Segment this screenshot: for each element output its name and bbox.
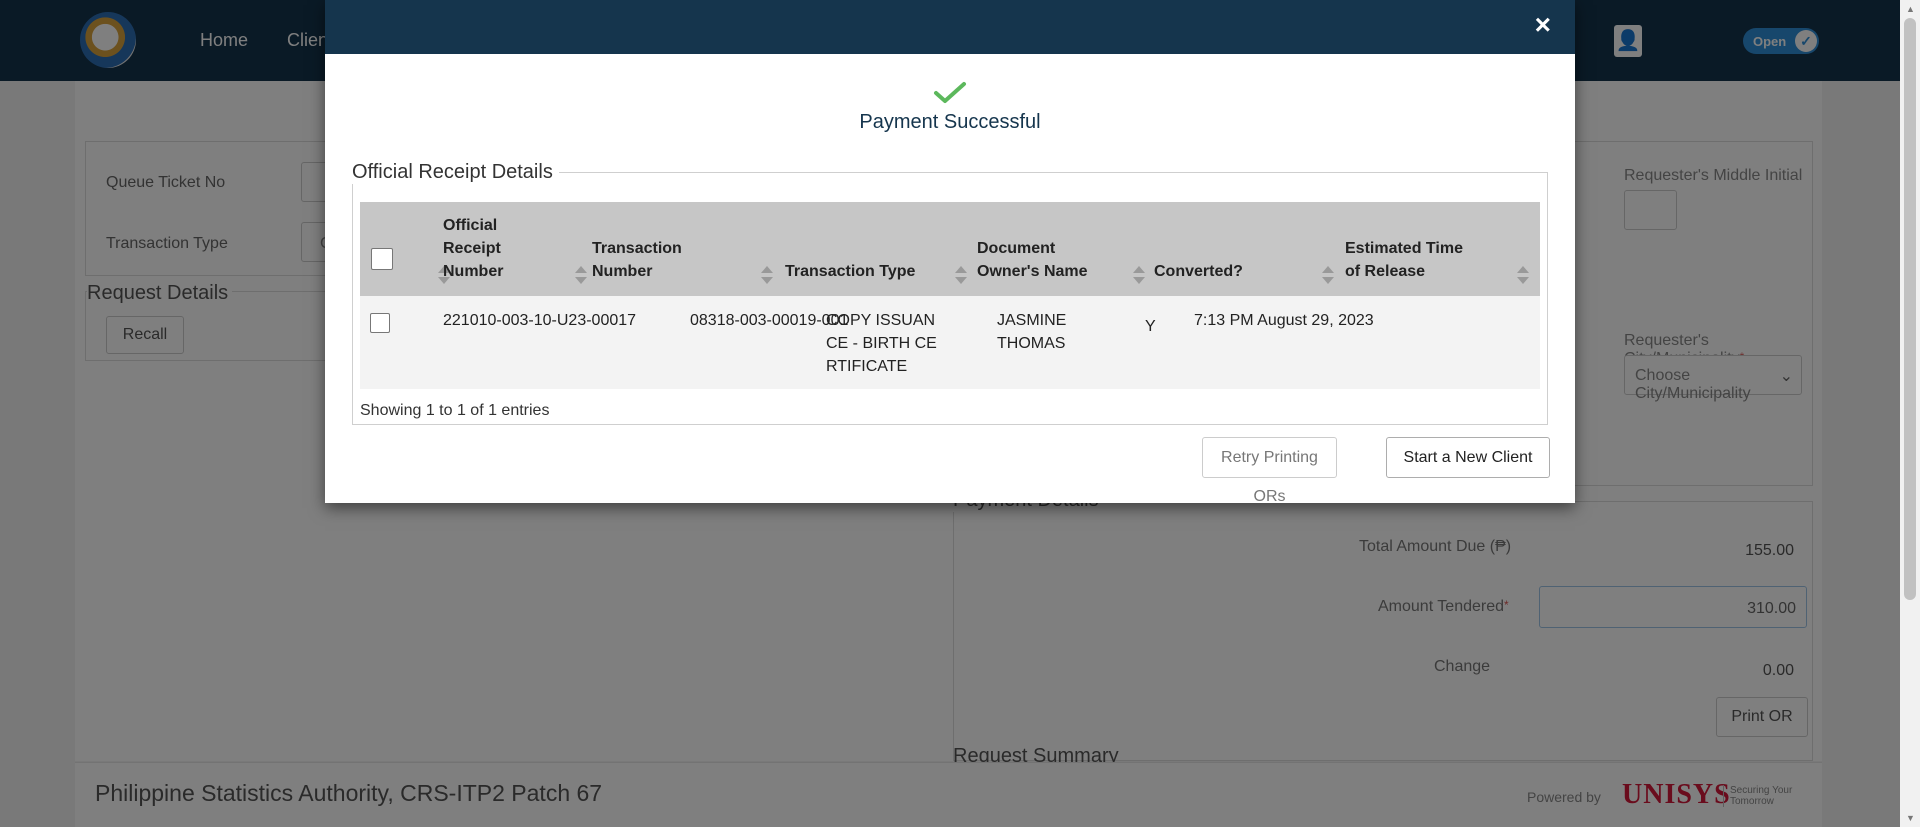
sort-icon[interactable] (575, 266, 587, 284)
column-header-label: Transaction Type (785, 263, 916, 280)
select-all-checkbox[interactable] (371, 248, 393, 270)
receipt-table: Official Receipt Number Transaction Numb… (360, 202, 1540, 389)
row-select-cell (360, 296, 443, 389)
column-header-or-number[interactable]: Official Receipt Number (443, 202, 592, 296)
table-row[interactable]: 221010-003-10-U23-00017 08318-003-00019-… (360, 296, 1540, 389)
or-number-cell: 221010-003-10-U23-00017 08318-003-00019-… (443, 296, 848, 389)
start-new-client-button[interactable]: Start a New Client (1386, 437, 1550, 478)
sort-icon[interactable] (1322, 266, 1334, 284)
transaction-number: 08318-003-00019-001 (690, 312, 849, 329)
retry-printing-button[interactable]: Retry Printing ORs (1202, 437, 1337, 505)
scroll-down-arrow-icon[interactable]: ▼ (1906, 813, 1915, 823)
column-header-label: Transaction Number (592, 240, 682, 280)
table-info-text: Showing 1 to 1 of 1 entries (360, 402, 550, 419)
sort-icon[interactable] (1133, 266, 1145, 284)
receipt-legend: Official Receipt Details (352, 161, 559, 184)
column-header-converted[interactable]: Converted? (1154, 202, 1345, 296)
scroll-up-arrow-icon[interactable]: ▲ (1906, 4, 1915, 14)
row-checkbox[interactable] (370, 313, 390, 333)
sort-icon[interactable] (955, 266, 967, 284)
scroll-thumb[interactable] (1904, 18, 1916, 600)
sort-icon[interactable] (761, 266, 773, 284)
column-header-label: Converted? (1154, 263, 1243, 280)
sort-icon[interactable] (1517, 266, 1529, 284)
column-header-label: Estimated Time of Release (1345, 240, 1463, 280)
owner-name: JASMINE THOMAS (997, 312, 1067, 352)
column-header-release-time[interactable]: Estimated Time of Release (1345, 202, 1540, 296)
modal-header: × (325, 0, 1575, 54)
column-header-owner-name[interactable]: Document Owner's Name (977, 202, 1154, 296)
release-time: 7:13 PM August 29, 2023 (1194, 312, 1374, 329)
payment-success-text: Payment Successful (859, 111, 1041, 133)
or-number: 221010-003-10-U23-00017 (443, 312, 637, 329)
column-header-transaction-type[interactable]: Transaction Type (785, 202, 977, 296)
column-header-label: Official Receipt Number (443, 217, 504, 280)
select-all-header (360, 202, 450, 296)
column-header-label: Document Owner's Name (977, 240, 1088, 280)
table-header-row: Official Receipt Number Transaction Numb… (360, 202, 1540, 296)
column-header-transaction-number[interactable]: Transaction Number (592, 202, 785, 296)
release-time-cell: 7:13 PM August 29, 2023 (1154, 296, 1540, 389)
owner-name-cell: JASMINE THOMAS Y (977, 296, 1156, 389)
checkmark-icon (934, 82, 966, 103)
payment-success-modal: × Payment Successful Official Receipt De… (325, 0, 1575, 505)
close-icon[interactable]: × (1535, 9, 1551, 41)
converted-value: Y (1145, 318, 1156, 335)
page-scrollbar[interactable]: ▲ ▼ (1900, 0, 1920, 827)
